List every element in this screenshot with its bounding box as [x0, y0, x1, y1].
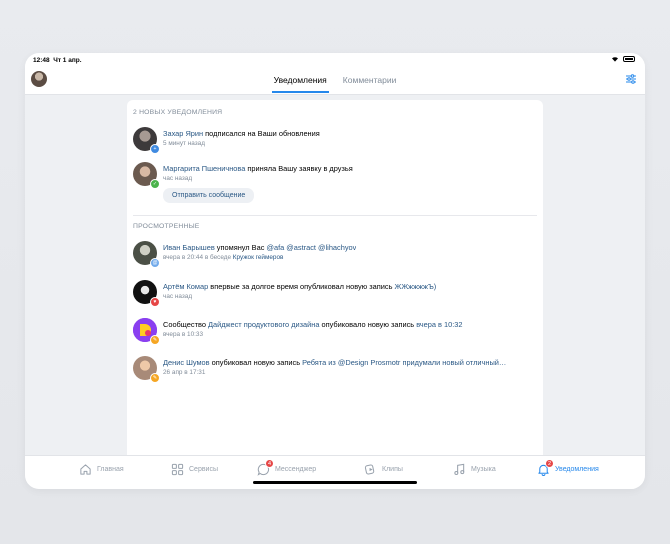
user-link[interactable]: Маргарита Пшеничнова [163, 164, 245, 173]
top-header: Уведомления Комментарии [25, 71, 645, 95]
user-link[interactable]: Иван Барышев [163, 243, 215, 252]
notification-time: 26 апр в 17:31 [163, 369, 206, 376]
check-badge-icon: ✓ [150, 179, 160, 189]
mention-badge-icon: @ [150, 258, 160, 268]
notification-item[interactable]: ✎ Денис Шумов опубиковал новую запись Ре… [133, 356, 533, 383]
mentions-link[interactable]: @afa @astract @lihachyov [266, 243, 356, 252]
filter-icon[interactable] [625, 73, 637, 85]
wifi-icon [612, 57, 618, 62]
notification-item[interactable]: ♥ Артём Комар впервые за долгое время оп… [133, 280, 533, 307]
services-icon [171, 463, 184, 476]
messenger-icon: 4 [257, 459, 274, 476]
tab-notifications-bottom[interactable]: 2 Уведомления [537, 459, 599, 476]
header-tabs: Уведомления Комментарии [25, 75, 645, 93]
tab-notifications[interactable]: Уведомления [271, 75, 329, 93]
notification-time: час назад [163, 293, 193, 300]
viewed-section-title: ПРОСМОТРЕННЫЕ [133, 223, 200, 230]
notifications-count-badge: 2 [545, 459, 554, 468]
avatar: ✓ [133, 162, 160, 189]
notification-time: вчера в 20:44 в беседе Кружок геймеров [163, 254, 284, 261]
avatar: @ [133, 241, 160, 268]
post-link[interactable]: ЖЖжжжжЪ) [395, 282, 437, 291]
tab-clips[interactable]: Клипы [364, 463, 403, 476]
avatar: ✎ [133, 356, 160, 383]
user-link[interactable]: Захар Ярин [163, 129, 203, 138]
post-badge-icon: ✎ [150, 373, 160, 383]
notifications-panel: 2 НОВЫХ УВЕДОМЛЕНИЯ + Захар Ярин подписа… [127, 100, 543, 457]
notification-time: вчера в 10:33 [163, 331, 204, 338]
avatar: ♥ [133, 280, 160, 307]
clips-icon [364, 464, 375, 475]
chat-link[interactable]: Кружок геймеров [233, 254, 284, 261]
notification-text: Захар Ярин подписался на Ваши обновления [163, 129, 320, 138]
messenger-count-badge: 4 [265, 459, 274, 468]
notification-text: Маргарита Пшеничнова приняла Вашу заявку… [163, 164, 353, 173]
heart-badge-icon: ♥ [150, 297, 160, 307]
community-link[interactable]: Дайджест продуктового дизайна [208, 320, 319, 329]
new-section-title: 2 НОВЫХ УВЕДОМЛЕНИЯ [133, 109, 223, 116]
notification-text: Денис Шумов опубиковал новую запись Ребя… [163, 358, 507, 367]
bell-icon: 2 [537, 459, 554, 476]
tab-services[interactable]: Сервисы [171, 463, 218, 476]
post-link[interactable]: вчера в 10:32 [416, 320, 462, 329]
avatar: + [133, 127, 160, 154]
notification-item[interactable]: ✎ Сообщество Дайджест продуктового дизай… [133, 318, 533, 345]
user-link[interactable]: Денис Шумов [163, 358, 210, 367]
send-message-button[interactable]: Отправить сообщение [163, 188, 255, 203]
notification-item[interactable]: @ Иван Барышев упомянул Вас @afa @astrac… [133, 241, 533, 268]
home-indicator[interactable] [253, 481, 417, 484]
tab-messenger[interactable]: 4 Мессенджер [257, 459, 316, 476]
notification-item[interactable]: ✓ Маргарита Пшеничнова приняла Вашу заяв… [133, 162, 533, 203]
notification-time: час назад [163, 175, 193, 182]
status-bar: 12:48 Чт 1 апр. [25, 53, 645, 71]
status-icons [611, 56, 635, 62]
home-icon [80, 464, 91, 475]
tab-comments[interactable]: Комментарии [341, 75, 399, 93]
notification-item[interactable]: + Захар Ярин подписался на Ваши обновлен… [133, 127, 533, 154]
community-avatar: ✎ [133, 318, 160, 345]
bottom-tab-bar: Главная Сервисы 4 Мессенджер Клипы Музык… [25, 455, 645, 489]
battery-icon [623, 56, 635, 62]
post-link[interactable]: Ребята из @Design Prosmotr придумали нов… [302, 358, 506, 367]
tab-music[interactable]: Музыка [453, 463, 496, 476]
tablet-screen: 12:48 Чт 1 апр. Уведомления Комментарии … [25, 53, 645, 489]
notification-time: 5 минут назад [163, 140, 205, 147]
tab-home[interactable]: Главная [79, 463, 124, 476]
post-badge-icon: ✎ [150, 335, 160, 345]
user-link[interactable]: Артём Комар [163, 282, 208, 291]
follow-badge-icon: + [150, 144, 160, 154]
notification-text: Сообщество Дайджест продуктового дизайна… [163, 320, 463, 329]
status-time: 12:48 Чт 1 апр. [33, 57, 82, 64]
notification-text: Иван Барышев упомянул Вас @afa @astract … [163, 243, 357, 252]
section-divider [133, 215, 537, 216]
music-icon [454, 463, 465, 476]
notification-text: Артём Комар впервые за долгое время опуб… [163, 282, 437, 291]
